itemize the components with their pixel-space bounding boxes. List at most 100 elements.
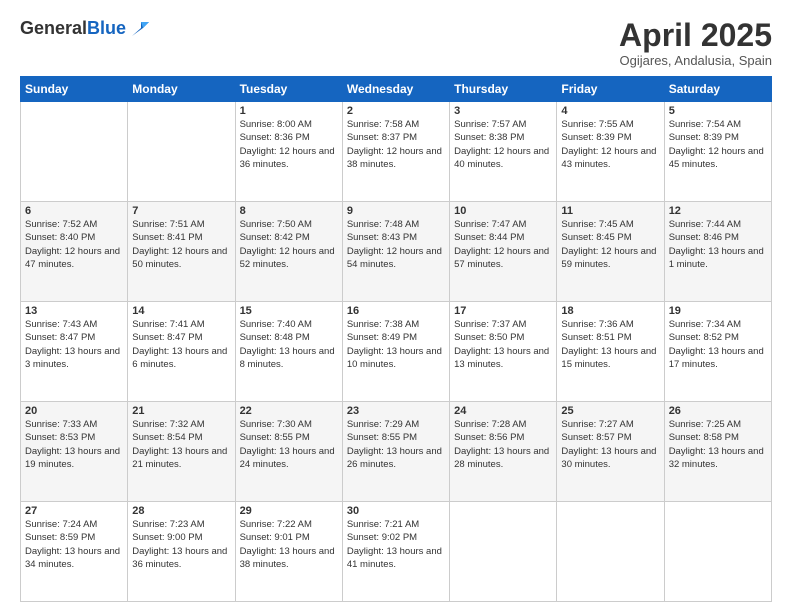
day-number: 7 — [132, 205, 230, 217]
day-info: Sunrise: 7:34 AM Sunset: 8:52 PM Dayligh… — [669, 318, 767, 371]
calendar-cell: 9Sunrise: 7:48 AM Sunset: 8:43 PM Daylig… — [342, 202, 449, 302]
column-header-thursday: Thursday — [450, 77, 557, 102]
column-header-wednesday: Wednesday — [342, 77, 449, 102]
calendar-cell: 22Sunrise: 7:30 AM Sunset: 8:55 PM Dayli… — [235, 402, 342, 502]
day-number: 6 — [25, 205, 123, 217]
calendar-cell: 8Sunrise: 7:50 AM Sunset: 8:42 PM Daylig… — [235, 202, 342, 302]
day-info: Sunrise: 7:54 AM Sunset: 8:39 PM Dayligh… — [669, 118, 767, 171]
calendar-cell: 1Sunrise: 8:00 AM Sunset: 8:36 PM Daylig… — [235, 102, 342, 202]
calendar-table: SundayMondayTuesdayWednesdayThursdayFrid… — [20, 76, 772, 602]
day-info: Sunrise: 7:36 AM Sunset: 8:51 PM Dayligh… — [561, 318, 659, 371]
day-info: Sunrise: 7:27 AM Sunset: 8:57 PM Dayligh… — [561, 418, 659, 471]
day-info: Sunrise: 7:47 AM Sunset: 8:44 PM Dayligh… — [454, 218, 552, 271]
day-number: 24 — [454, 405, 552, 417]
day-info: Sunrise: 8:00 AM Sunset: 8:36 PM Dayligh… — [240, 118, 338, 171]
day-info: Sunrise: 7:40 AM Sunset: 8:48 PM Dayligh… — [240, 318, 338, 371]
day-number: 1 — [240, 105, 338, 117]
page: GeneralBlue April 2025 Ogijares, Andalus… — [0, 0, 792, 612]
calendar-cell: 30Sunrise: 7:21 AM Sunset: 9:02 PM Dayli… — [342, 502, 449, 602]
logo: GeneralBlue — [20, 18, 149, 40]
calendar-cell: 19Sunrise: 7:34 AM Sunset: 8:52 PM Dayli… — [664, 302, 771, 402]
calendar-cell: 14Sunrise: 7:41 AM Sunset: 8:47 PM Dayli… — [128, 302, 235, 402]
day-info: Sunrise: 7:21 AM Sunset: 9:02 PM Dayligh… — [347, 518, 445, 571]
calendar-cell: 6Sunrise: 7:52 AM Sunset: 8:40 PM Daylig… — [21, 202, 128, 302]
calendar-cell: 2Sunrise: 7:58 AM Sunset: 8:37 PM Daylig… — [342, 102, 449, 202]
calendar-cell: 29Sunrise: 7:22 AM Sunset: 9:01 PM Dayli… — [235, 502, 342, 602]
logo-general: GeneralBlue — [20, 19, 126, 39]
day-info: Sunrise: 7:23 AM Sunset: 9:00 PM Dayligh… — [132, 518, 230, 571]
day-number: 15 — [240, 305, 338, 317]
subtitle: Ogijares, Andalusia, Spain — [619, 53, 772, 68]
calendar-cell: 11Sunrise: 7:45 AM Sunset: 8:45 PM Dayli… — [557, 202, 664, 302]
day-number: 25 — [561, 405, 659, 417]
day-number: 17 — [454, 305, 552, 317]
calendar-cell: 7Sunrise: 7:51 AM Sunset: 8:41 PM Daylig… — [128, 202, 235, 302]
day-number: 9 — [347, 205, 445, 217]
day-info: Sunrise: 7:52 AM Sunset: 8:40 PM Dayligh… — [25, 218, 123, 271]
calendar-cell: 4Sunrise: 7:55 AM Sunset: 8:39 PM Daylig… — [557, 102, 664, 202]
calendar-cell — [450, 502, 557, 602]
calendar-cell: 12Sunrise: 7:44 AM Sunset: 8:46 PM Dayli… — [664, 202, 771, 302]
calendar-cell: 3Sunrise: 7:57 AM Sunset: 8:38 PM Daylig… — [450, 102, 557, 202]
day-number: 3 — [454, 105, 552, 117]
day-number: 21 — [132, 405, 230, 417]
calendar-cell: 20Sunrise: 7:33 AM Sunset: 8:53 PM Dayli… — [21, 402, 128, 502]
calendar-cell: 28Sunrise: 7:23 AM Sunset: 9:00 PM Dayli… — [128, 502, 235, 602]
day-number: 14 — [132, 305, 230, 317]
calendar-cell: 5Sunrise: 7:54 AM Sunset: 8:39 PM Daylig… — [664, 102, 771, 202]
day-number: 4 — [561, 105, 659, 117]
day-info: Sunrise: 7:38 AM Sunset: 8:49 PM Dayligh… — [347, 318, 445, 371]
calendar-week-row: 20Sunrise: 7:33 AM Sunset: 8:53 PM Dayli… — [21, 402, 772, 502]
day-info: Sunrise: 7:50 AM Sunset: 8:42 PM Dayligh… — [240, 218, 338, 271]
calendar-cell — [128, 102, 235, 202]
day-number: 16 — [347, 305, 445, 317]
day-number: 10 — [454, 205, 552, 217]
day-number: 26 — [669, 405, 767, 417]
day-number: 19 — [669, 305, 767, 317]
calendar-cell: 15Sunrise: 7:40 AM Sunset: 8:48 PM Dayli… — [235, 302, 342, 402]
day-info: Sunrise: 7:22 AM Sunset: 9:01 PM Dayligh… — [240, 518, 338, 571]
day-info: Sunrise: 7:55 AM Sunset: 8:39 PM Dayligh… — [561, 118, 659, 171]
day-number: 27 — [25, 505, 123, 517]
day-info: Sunrise: 7:43 AM Sunset: 8:47 PM Dayligh… — [25, 318, 123, 371]
day-number: 5 — [669, 105, 767, 117]
calendar-header-row: SundayMondayTuesdayWednesdayThursdayFrid… — [21, 77, 772, 102]
calendar-cell: 10Sunrise: 7:47 AM Sunset: 8:44 PM Dayli… — [450, 202, 557, 302]
day-info: Sunrise: 7:37 AM Sunset: 8:50 PM Dayligh… — [454, 318, 552, 371]
day-info: Sunrise: 7:41 AM Sunset: 8:47 PM Dayligh… — [132, 318, 230, 371]
month-title: April 2025 — [619, 18, 772, 53]
day-number: 8 — [240, 205, 338, 217]
day-info: Sunrise: 7:24 AM Sunset: 8:59 PM Dayligh… — [25, 518, 123, 571]
day-info: Sunrise: 7:48 AM Sunset: 8:43 PM Dayligh… — [347, 218, 445, 271]
day-number: 20 — [25, 405, 123, 417]
day-info: Sunrise: 7:33 AM Sunset: 8:53 PM Dayligh… — [25, 418, 123, 471]
calendar-cell: 24Sunrise: 7:28 AM Sunset: 8:56 PM Dayli… — [450, 402, 557, 502]
day-info: Sunrise: 7:29 AM Sunset: 8:55 PM Dayligh… — [347, 418, 445, 471]
column-header-monday: Monday — [128, 77, 235, 102]
day-number: 29 — [240, 505, 338, 517]
day-number: 12 — [669, 205, 767, 217]
calendar-cell — [21, 102, 128, 202]
calendar-cell — [664, 502, 771, 602]
day-number: 13 — [25, 305, 123, 317]
column-header-sunday: Sunday — [21, 77, 128, 102]
day-info: Sunrise: 7:32 AM Sunset: 8:54 PM Dayligh… — [132, 418, 230, 471]
calendar-week-row: 6Sunrise: 7:52 AM Sunset: 8:40 PM Daylig… — [21, 202, 772, 302]
title-block: April 2025 Ogijares, Andalusia, Spain — [619, 18, 772, 68]
day-number: 28 — [132, 505, 230, 517]
column-header-saturday: Saturday — [664, 77, 771, 102]
day-info: Sunrise: 7:51 AM Sunset: 8:41 PM Dayligh… — [132, 218, 230, 271]
calendar-cell: 13Sunrise: 7:43 AM Sunset: 8:47 PM Dayli… — [21, 302, 128, 402]
calendar-cell: 17Sunrise: 7:37 AM Sunset: 8:50 PM Dayli… — [450, 302, 557, 402]
calendar-cell: 27Sunrise: 7:24 AM Sunset: 8:59 PM Dayli… — [21, 502, 128, 602]
day-number: 18 — [561, 305, 659, 317]
day-number: 30 — [347, 505, 445, 517]
day-info: Sunrise: 7:57 AM Sunset: 8:38 PM Dayligh… — [454, 118, 552, 171]
column-header-tuesday: Tuesday — [235, 77, 342, 102]
day-number: 22 — [240, 405, 338, 417]
calendar-cell — [557, 502, 664, 602]
calendar-cell: 25Sunrise: 7:27 AM Sunset: 8:57 PM Dayli… — [557, 402, 664, 502]
day-info: Sunrise: 7:28 AM Sunset: 8:56 PM Dayligh… — [454, 418, 552, 471]
day-info: Sunrise: 7:30 AM Sunset: 8:55 PM Dayligh… — [240, 418, 338, 471]
calendar-week-row: 1Sunrise: 8:00 AM Sunset: 8:36 PM Daylig… — [21, 102, 772, 202]
